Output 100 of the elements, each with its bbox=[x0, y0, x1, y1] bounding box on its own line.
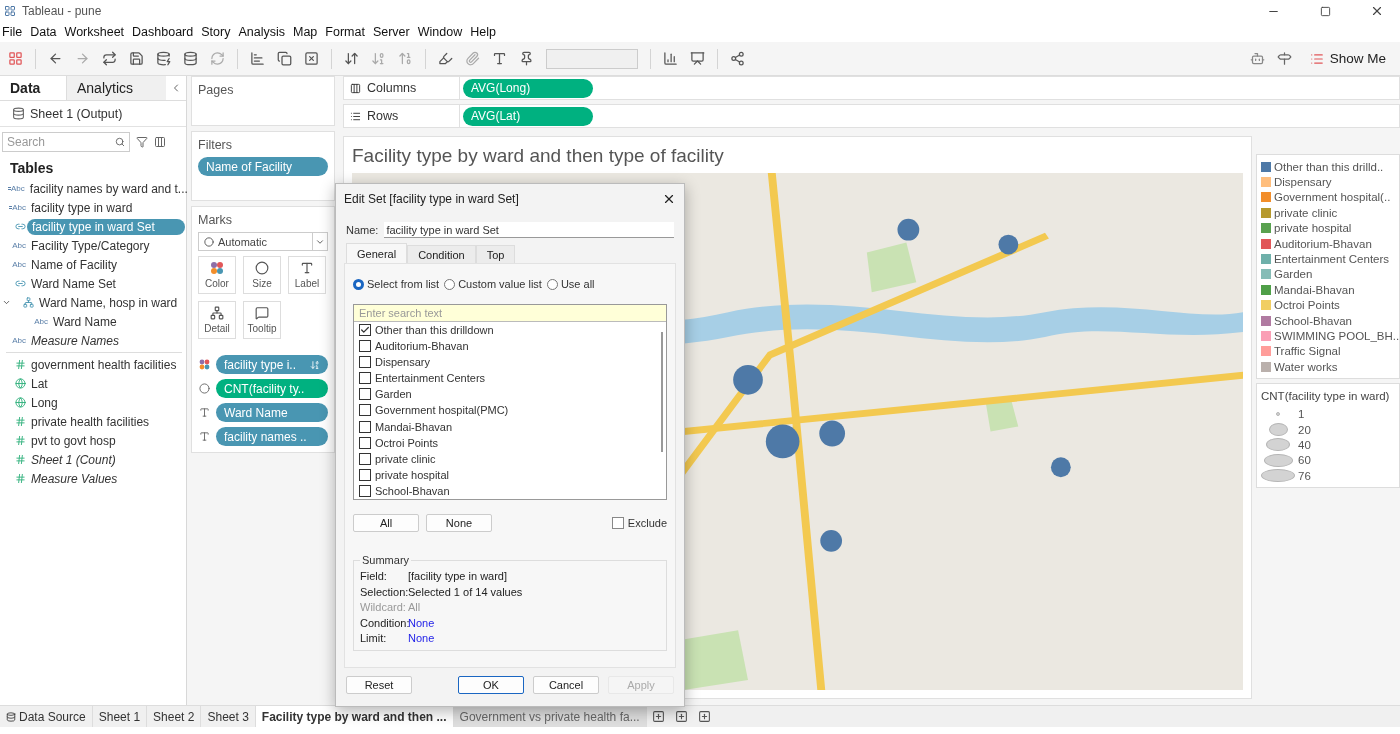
checkbox[interactable] bbox=[359, 436, 371, 449]
menu-item[interactable]: Format bbox=[323, 25, 371, 39]
legend-label[interactable]: Government hospital(.. bbox=[1274, 191, 1391, 204]
legend-label[interactable]: Traffic Signal bbox=[1274, 345, 1341, 358]
replay-icon[interactable] bbox=[102, 51, 117, 66]
checkbox[interactable] bbox=[359, 420, 371, 433]
dialog-tab[interactable]: Top bbox=[475, 245, 516, 263]
legend-label[interactable]: Octroi Points bbox=[1274, 299, 1340, 312]
name-field[interactable]: facility type in ward Set bbox=[384, 222, 674, 238]
field-item[interactable]: Lat bbox=[31, 376, 48, 391]
dialog-button[interactable]: Reset bbox=[346, 676, 412, 694]
legend-label[interactable]: Auditorium-Bhavan bbox=[1274, 237, 1372, 250]
field-item[interactable]: Ward Name, hosp in ward bbox=[39, 295, 178, 310]
robot-icon[interactable] bbox=[1249, 51, 1265, 66]
menu-item[interactable]: Worksheet bbox=[62, 25, 131, 39]
sheet-tab[interactable]: Facility type by ward and then ... bbox=[255, 706, 454, 727]
value-label[interactable]: Octroi Points bbox=[375, 436, 438, 449]
legend-label[interactable]: Dispensary bbox=[1274, 176, 1332, 189]
legend-label[interactable]: Garden bbox=[1274, 268, 1313, 281]
menu-item[interactable]: Dashboard bbox=[130, 25, 200, 39]
checkbox[interactable] bbox=[359, 356, 371, 369]
legend-label[interactable]: Other than this drilld.. bbox=[1274, 160, 1384, 173]
field-item[interactable]: Ward Name Set bbox=[31, 276, 116, 291]
field-item[interactable]: facility type in ward bbox=[31, 200, 133, 215]
legend-label[interactable]: School-Bhavan bbox=[1274, 314, 1352, 327]
summary-link[interactable]: None bbox=[408, 632, 660, 644]
field-item[interactable]: Facility Type/Category bbox=[31, 238, 150, 253]
caret-icon[interactable] bbox=[2, 298, 11, 307]
list-button[interactable]: All bbox=[353, 514, 419, 532]
show-me-button[interactable]: Show Me bbox=[1303, 50, 1392, 67]
checkbox[interactable] bbox=[611, 517, 624, 529]
dialog-tab[interactable]: General bbox=[346, 243, 408, 263]
menu-item[interactable]: Server bbox=[370, 25, 416, 39]
filter-icon[interactable] bbox=[136, 136, 148, 148]
value-label[interactable]: Entertainment Centers bbox=[375, 372, 486, 385]
dropdown-field[interactable] bbox=[546, 48, 638, 69]
value-label[interactable]: Mandai-Bhavan bbox=[375, 420, 453, 433]
mark-property-button[interactable]: Size bbox=[243, 256, 281, 294]
legend-label[interactable]: Entertainment Centers bbox=[1274, 253, 1390, 266]
checkbox[interactable] bbox=[359, 340, 371, 353]
highlight-icon[interactable] bbox=[438, 51, 453, 66]
menu-item[interactable]: Map bbox=[290, 25, 324, 39]
mark-property-button[interactable]: Label bbox=[288, 256, 326, 294]
value-label[interactable]: School-Bhavan bbox=[375, 484, 450, 497]
checkbox[interactable] bbox=[359, 404, 371, 417]
value-label[interactable]: Garden bbox=[375, 388, 412, 401]
mark-property-button[interactable]: Tooltip bbox=[243, 301, 281, 339]
checkbox[interactable] bbox=[359, 484, 371, 497]
value-label[interactable]: private hospital bbox=[375, 468, 449, 481]
pin-icon[interactable] bbox=[519, 51, 534, 66]
field-item[interactable]: Name of Facility bbox=[31, 257, 118, 272]
presentation-icon[interactable] bbox=[690, 51, 705, 66]
logo-icon[interactable] bbox=[8, 51, 23, 66]
view-options-icon[interactable] bbox=[154, 136, 166, 148]
radio-label[interactable]: Select from list bbox=[367, 278, 440, 290]
dialog-button[interactable]: OK bbox=[458, 676, 524, 694]
field-item[interactable]: government health facilities bbox=[31, 357, 177, 372]
menu-item[interactable]: Help bbox=[468, 25, 502, 39]
data-source-name[interactable]: Sheet 1 (Output) bbox=[30, 106, 123, 121]
mark-property-button[interactable]: Color bbox=[198, 256, 236, 294]
field-item[interactable]: Sheet 1 (Count) bbox=[31, 452, 116, 467]
radio-label[interactable]: Custom value list bbox=[458, 278, 542, 290]
field-item[interactable]: Ward Name bbox=[53, 314, 117, 329]
legend-label[interactable]: Mandai-Bhavan bbox=[1274, 283, 1355, 296]
field-item[interactable]: Long bbox=[31, 395, 58, 410]
signpost-icon[interactable] bbox=[1276, 51, 1292, 66]
mark-property-button[interactable]: Detail bbox=[198, 301, 236, 339]
value-label[interactable]: Other than this drilldown bbox=[375, 324, 494, 336]
radio-button[interactable] bbox=[546, 278, 558, 290]
dialog-button[interactable]: Cancel bbox=[533, 676, 599, 694]
field-item[interactable]: Measure Values bbox=[31, 471, 118, 486]
pane-tab[interactable]: Analytics bbox=[66, 76, 166, 100]
checkbox[interactable] bbox=[359, 372, 371, 385]
menu-item[interactable]: Analysis bbox=[236, 25, 291, 39]
scrollbar[interactable] bbox=[660, 331, 663, 452]
field-item[interactable]: Measure Names bbox=[31, 333, 120, 348]
legend-label[interactable]: private hospital bbox=[1274, 222, 1352, 235]
field-item[interactable]: private health facilities bbox=[31, 414, 150, 429]
legend-label[interactable]: Water works bbox=[1274, 360, 1338, 373]
clear-icon[interactable] bbox=[304, 51, 319, 66]
value-label[interactable]: Auditorium-Bhavan bbox=[375, 340, 469, 353]
menu-item[interactable]: Story bbox=[199, 25, 237, 39]
checkbox[interactable] bbox=[359, 388, 371, 401]
checkbox[interactable] bbox=[359, 452, 371, 465]
close-icon[interactable] bbox=[662, 192, 676, 206]
radio-button[interactable] bbox=[444, 278, 456, 290]
value-label[interactable]: Government hospital(PMC) bbox=[375, 404, 509, 417]
value-label[interactable]: private clinic bbox=[375, 452, 436, 465]
undo-icon[interactable] bbox=[48, 51, 63, 66]
duplicate-icon[interactable] bbox=[277, 51, 292, 66]
menu-item[interactable]: File bbox=[0, 25, 29, 39]
menu-item[interactable]: Window bbox=[415, 25, 469, 39]
menu-item[interactable]: Data bbox=[28, 25, 63, 39]
list-button[interactable]: None bbox=[426, 514, 492, 532]
radio-button[interactable] bbox=[353, 278, 364, 290]
value-label[interactable]: Dispensary bbox=[375, 356, 431, 369]
search-icon[interactable] bbox=[115, 137, 125, 147]
labels-icon[interactable] bbox=[492, 51, 507, 66]
legend-label[interactable]: private clinic bbox=[1274, 206, 1338, 219]
field-item[interactable]: facility names by ward and t... bbox=[29, 181, 188, 196]
